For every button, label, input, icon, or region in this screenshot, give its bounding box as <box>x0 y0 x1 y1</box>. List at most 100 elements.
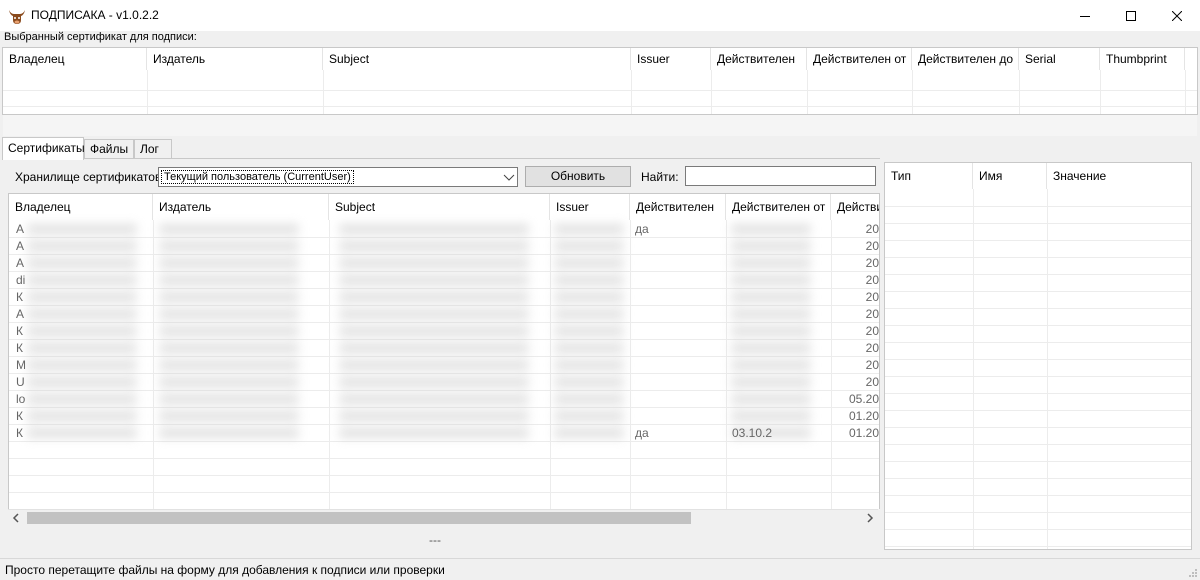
cell-owner: К <box>16 341 23 355</box>
table-row[interactable]: Ада 20 <box>9 220 879 237</box>
cert-col-valid-from[interactable]: Действителен от <box>726 194 831 220</box>
selected-col-valid[interactable]: Действителен <box>711 48 807 70</box>
certificates-grid[interactable]: Владелец Издатель Subject Issuer Действи… <box>8 193 880 509</box>
table-row[interactable]: lo 05.20 <box>9 390 879 407</box>
details-col-value[interactable]: Значение <box>1047 163 1191 189</box>
selected-col-issuer-name[interactable]: Издатель <box>147 48 323 70</box>
scroll-right-icon[interactable] <box>866 513 874 523</box>
redacted-cell <box>159 428 299 438</box>
cell-valid: да <box>635 426 649 440</box>
refresh-button[interactable]: Обновить <box>525 166 631 187</box>
selected-col-serial[interactable]: Serial <box>1019 48 1100 70</box>
redacted-cell <box>339 428 529 438</box>
table-row[interactable]: М 20 <box>9 356 879 373</box>
cell-owner: К <box>16 324 23 338</box>
grid-line <box>885 274 1191 275</box>
cert-col-subject[interactable]: Subject <box>329 194 550 220</box>
cell-owner: А <box>16 222 25 236</box>
table-row[interactable]: К 20 <box>9 339 879 356</box>
grid-line <box>885 325 1191 326</box>
grid-line <box>323 70 324 114</box>
cert-col-valid-to[interactable]: Действи <box>831 194 879 220</box>
table-row[interactable]: К 20 <box>9 322 879 339</box>
cert-col-issuer-name[interactable]: Издатель <box>153 194 329 220</box>
redacted-cell <box>554 411 624 421</box>
details-grid[interactable]: Тип Имя Значение <box>884 162 1192 550</box>
table-row[interactable]: К 20 <box>9 288 879 305</box>
selected-col-subject[interactable]: Subject <box>323 48 631 70</box>
details-col-name[interactable]: Имя <box>973 163 1047 189</box>
redacted-cell <box>159 360 299 370</box>
selected-col-valid-from[interactable]: Действителен от <box>807 48 912 70</box>
details-col-type[interactable]: Тип <box>885 163 973 189</box>
status-text: Просто перетащите файлы на форму для доб… <box>5 563 445 577</box>
redacted-cell <box>27 292 137 302</box>
redacted-cell <box>159 377 299 387</box>
minimize-icon <box>1080 15 1090 17</box>
cell-valid-to: 20 <box>865 358 879 372</box>
redacted-cell <box>731 360 811 370</box>
selected-col-issuer[interactable]: Issuer <box>631 48 711 70</box>
redacted-cell <box>731 394 811 404</box>
grid-line <box>1185 70 1186 114</box>
selected-col-valid-to[interactable]: Действителен до <box>912 48 1019 70</box>
table-row[interactable]: А 20 <box>9 254 879 271</box>
horizontal-scrollbar[interactable] <box>8 509 878 526</box>
maximize-button[interactable] <box>1108 0 1154 31</box>
redacted-cell <box>731 411 811 421</box>
table-row[interactable]: К 01.20 <box>9 407 879 424</box>
cell-valid-to: 20 <box>865 239 879 253</box>
cell-owner: М <box>16 358 26 372</box>
redacted-cell <box>731 224 811 234</box>
cell-valid-from: 03.10.2 <box>732 426 773 440</box>
table-row[interactable]: А 20 <box>9 305 879 322</box>
grid-line <box>885 359 1191 360</box>
cell-valid-to: 20 <box>865 375 879 389</box>
table-row[interactable]: Кда 03.10.2 01.20 <box>9 424 879 441</box>
scrollbar-thumb[interactable] <box>27 512 691 524</box>
minimize-button[interactable] <box>1062 0 1108 31</box>
table-row[interactable]: di 20 <box>9 271 879 288</box>
redacted-cell <box>27 377 137 387</box>
tab-files[interactable]: Файлы <box>84 139 134 159</box>
cert-col-issuer[interactable]: Issuer <box>550 194 630 220</box>
tab-certificates[interactable]: Сертификаты <box>2 137 85 160</box>
redacted-cell <box>27 309 137 319</box>
close-button[interactable] <box>1154 0 1200 31</box>
redacted-cell <box>554 377 624 387</box>
redacted-cell <box>27 258 137 268</box>
grid-line <box>885 223 1191 224</box>
cell-owner: К <box>16 426 23 440</box>
grid-line <box>807 70 808 114</box>
selected-cert-label: Выбранный сертификат для подписи: <box>4 31 197 43</box>
grid-line <box>885 495 1191 496</box>
cert-col-valid[interactable]: Действителен <box>630 194 726 220</box>
grid-line <box>9 441 879 442</box>
selected-cert-grid[interactable]: Владелец Издатель Subject Issuer Действи… <box>2 47 1198 115</box>
tab-log[interactable]: Лог <box>134 139 172 159</box>
table-row[interactable]: А 20 <box>9 237 879 254</box>
table-row[interactable]: U 20 <box>9 373 879 390</box>
grid-line <box>973 189 974 549</box>
store-select[interactable]: Текущий пользователь (CurrentUser) <box>158 167 518 187</box>
redacted-cell <box>159 224 299 234</box>
cell-valid: да <box>635 222 649 236</box>
cert-col-owner[interactable]: Владелец <box>9 194 153 220</box>
redacted-cell <box>339 360 529 370</box>
grid-line <box>885 206 1191 207</box>
cell-valid-to: 20 <box>865 222 879 236</box>
selected-col-owner[interactable]: Владелец <box>3 48 147 70</box>
resize-grip-icon[interactable] <box>1188 568 1198 578</box>
redacted-cell <box>731 309 811 319</box>
redacted-cell <box>554 309 624 319</box>
redacted-cell <box>731 377 811 387</box>
grid-line <box>885 410 1191 411</box>
redacted-cell <box>554 394 624 404</box>
selected-col-thumbprint[interactable]: Thumbprint <box>1100 48 1185 70</box>
redacted-cell <box>554 343 624 353</box>
scroll-left-icon[interactable] <box>12 513 20 523</box>
cell-valid-to: 20 <box>865 341 879 355</box>
cell-valid-to: 20 <box>865 307 879 321</box>
find-input[interactable] <box>685 166 876 186</box>
redacted-cell <box>554 292 624 302</box>
